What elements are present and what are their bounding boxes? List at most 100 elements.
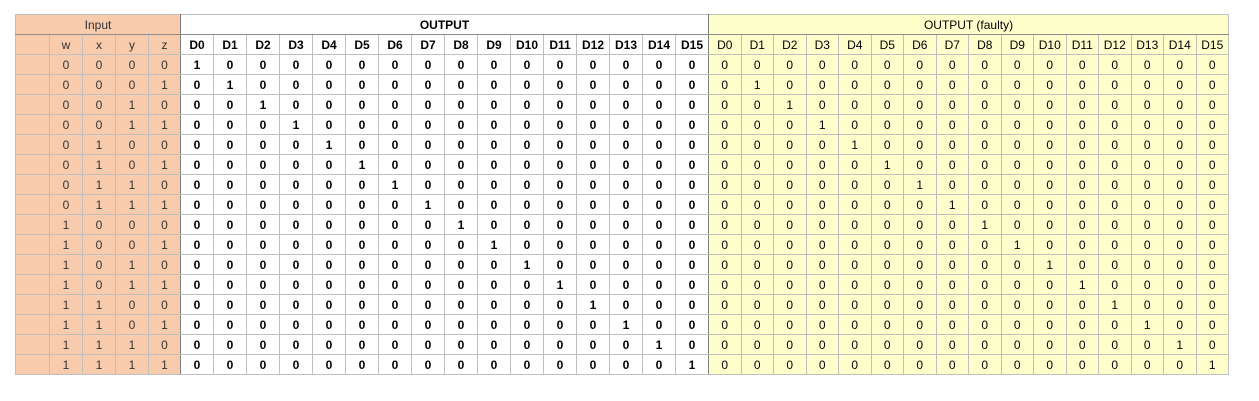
input-cell[interactable]: 0 [82, 54, 116, 75]
output-cell[interactable]: 0 [543, 194, 577, 215]
output-cell[interactable]: 0 [576, 174, 610, 195]
faulty-output-cell[interactable]: 0 [968, 74, 1002, 95]
faulty-output-cell[interactable]: 0 [838, 154, 872, 175]
output-cell[interactable]: 0 [246, 334, 280, 355]
input-cell[interactable]: 1 [148, 234, 181, 255]
faulty-output-cell[interactable]: 0 [935, 274, 969, 295]
output-cell[interactable]: 0 [411, 274, 445, 295]
output-cell[interactable]: 0 [246, 234, 280, 255]
output-cell[interactable]: 0 [576, 134, 610, 155]
faulty-output-cell[interactable]: 0 [870, 174, 904, 195]
faulty-output-cell[interactable]: 0 [903, 354, 937, 375]
output-cell[interactable]: 0 [543, 54, 577, 75]
output-cell[interactable]: 0 [213, 334, 247, 355]
faulty-output-cell[interactable]: 0 [1163, 114, 1197, 135]
faulty-output-cell[interactable]: 0 [1195, 194, 1229, 215]
row-blank-cell[interactable] [15, 214, 50, 235]
output-cell[interactable]: 0 [180, 214, 214, 235]
input-cell[interactable]: 0 [115, 234, 149, 255]
output-cell[interactable]: 0 [345, 114, 379, 135]
output-cell[interactable]: 0 [675, 114, 709, 135]
output-cell[interactable]: 0 [213, 354, 247, 375]
faulty-output-cell[interactable]: 0 [708, 114, 742, 135]
output-cell[interactable]: 0 [444, 134, 478, 155]
output-cell[interactable]: 0 [378, 154, 412, 175]
output-cell[interactable]: 0 [675, 174, 709, 195]
faulty-output-cell[interactable]: 0 [1163, 134, 1197, 155]
output-cell[interactable]: 0 [312, 154, 346, 175]
output-group-header[interactable]: OUTPUT [180, 14, 709, 35]
output-cell[interactable]: 0 [477, 174, 511, 195]
faulty-output-cell[interactable]: 0 [740, 234, 774, 255]
output-cell[interactable]: 0 [246, 134, 280, 155]
output-cell[interactable]: 0 [543, 294, 577, 315]
output-cell[interactable]: 0 [378, 114, 412, 135]
input-cell[interactable]: 0 [49, 134, 83, 155]
output-cell[interactable]: 0 [477, 354, 511, 375]
faulty-output-cell[interactable]: 0 [1033, 354, 1067, 375]
row-blank-cell[interactable] [15, 174, 50, 195]
row-blank-cell[interactable] [15, 54, 50, 75]
faulty-output-cell[interactable]: 0 [1195, 334, 1229, 355]
output-cell[interactable]: 0 [642, 194, 676, 215]
output-cell[interactable]: 0 [477, 154, 511, 175]
faulty-output-cell[interactable]: 0 [1195, 234, 1229, 255]
faulty-output-cell[interactable]: 0 [903, 234, 937, 255]
output-cell[interactable]: 0 [444, 154, 478, 175]
faulty-output-cell[interactable]: 0 [708, 134, 742, 155]
faulty-output-cell[interactable]: 0 [708, 194, 742, 215]
faulty-output-cell[interactable]: 0 [773, 314, 807, 335]
faulty-output-cell[interactable]: 1 [1130, 314, 1164, 335]
output-cell[interactable]: 0 [378, 234, 412, 255]
input-cell[interactable]: 1 [148, 194, 181, 215]
output-cell[interactable]: 0 [510, 354, 544, 375]
faulty-output-cell[interactable]: 0 [870, 114, 904, 135]
output-col-header[interactable]: D6 [378, 34, 412, 55]
faulty-output-cell[interactable]: 0 [708, 314, 742, 335]
output-cell[interactable]: 0 [609, 334, 643, 355]
output-cell[interactable]: 0 [609, 174, 643, 195]
faulty-output-cell[interactable]: 0 [805, 54, 839, 75]
output-cell[interactable]: 0 [246, 174, 280, 195]
faulty-output-cell[interactable]: 0 [1195, 254, 1229, 275]
output-cell[interactable]: 0 [312, 194, 346, 215]
faulty-output-cell[interactable]: 0 [805, 254, 839, 275]
output-cell[interactable]: 0 [576, 54, 610, 75]
faulty-output-cell[interactable]: 0 [903, 334, 937, 355]
faulty-output-cell[interactable]: 0 [1130, 354, 1164, 375]
output-cell[interactable]: 0 [312, 314, 346, 335]
faulty-output-cell[interactable]: 0 [773, 334, 807, 355]
input-cell[interactable]: 0 [49, 54, 83, 75]
faulty-output-cell[interactable]: 0 [1065, 114, 1099, 135]
faulty-output-cell[interactable]: 0 [838, 114, 872, 135]
input-cell[interactable]: 0 [148, 214, 181, 235]
output-cell[interactable]: 0 [213, 114, 247, 135]
faulty-output-cell[interactable]: 0 [968, 54, 1002, 75]
output-cell[interactable]: 0 [279, 294, 313, 315]
output-cell[interactable]: 0 [675, 254, 709, 275]
output-cell[interactable]: 0 [576, 334, 610, 355]
row-blank-cell[interactable] [15, 354, 50, 375]
output-col-header[interactable]: D1 [213, 34, 247, 55]
faulty-output-cell[interactable]: 0 [1195, 314, 1229, 335]
input-cell[interactable]: 1 [115, 94, 149, 115]
faulty-output-cell[interactable]: 0 [1163, 74, 1197, 95]
input-cell[interactable]: 1 [148, 354, 181, 375]
faulty-col-header[interactable]: D15 [1195, 34, 1229, 55]
faulty-output-cell[interactable]: 0 [1098, 314, 1132, 335]
output-cell[interactable]: 1 [576, 294, 610, 315]
faulty-output-cell[interactable]: 0 [1033, 334, 1067, 355]
output-cell[interactable]: 0 [543, 334, 577, 355]
output-cell[interactable]: 0 [477, 134, 511, 155]
faulty-output-cell[interactable]: 0 [935, 174, 969, 195]
faulty-output-cell[interactable]: 0 [1195, 294, 1229, 315]
faulty-output-cell[interactable]: 0 [838, 294, 872, 315]
output-cell[interactable]: 0 [510, 234, 544, 255]
faulty-output-cell[interactable]: 0 [968, 234, 1002, 255]
output-cell[interactable]: 1 [642, 334, 676, 355]
faulty-output-cell[interactable]: 0 [1130, 194, 1164, 215]
faulty-output-cell[interactable]: 0 [740, 194, 774, 215]
faulty-output-cell[interactable]: 0 [935, 234, 969, 255]
output-cell[interactable]: 0 [180, 354, 214, 375]
input-cell[interactable]: 1 [82, 354, 116, 375]
